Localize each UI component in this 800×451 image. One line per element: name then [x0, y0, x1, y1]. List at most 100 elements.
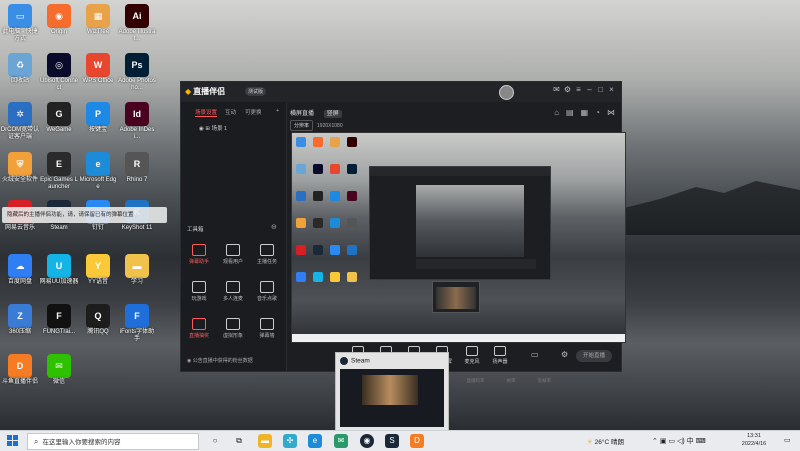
toolbox-item[interactable]: 观看用户 [218, 244, 248, 265]
desktop-shortcut[interactable]: G WeGame [39, 100, 79, 144]
add-scene-icon[interactable]: + [276, 108, 279, 114]
desktop-shortcut[interactable]: ✉ 微信 [39, 352, 79, 396]
desktop-shortcut[interactable]: Q 腾讯QQ [78, 302, 118, 346]
desktop-shortcut[interactable]: W WPS Office [78, 51, 118, 95]
toolbox-item[interactable]: 虚拟形象 [218, 318, 248, 339]
desktop-shortcut[interactable]: Y YY语音 [78, 252, 118, 296]
desktop-shortcut[interactable]: E Epic Games Launcher [39, 150, 79, 194]
desktop-shortcut[interactable]: R Rhino 7 [117, 150, 157, 194]
desktop-shortcut[interactable]: ⛨ 火绒安全软件 [0, 150, 40, 194]
desktop-shortcut[interactable]: ◉ Origin [39, 2, 79, 46]
steam-taskbar-icon[interactable]: S [385, 434, 399, 448]
layout-icon[interactable]: ▦ [581, 108, 589, 117]
share-icon[interactable]: ⋈ [607, 108, 615, 117]
toolbox-item[interactable]: 弹幕助手 [184, 244, 214, 265]
desktop-shortcut[interactable]: D 斗鱼直播伴侣 [0, 352, 40, 396]
task-view-icon[interactable]: ⧉ [232, 434, 246, 448]
stream-preview[interactable] [291, 132, 626, 343]
desktop-shortcut[interactable]: Z 360压缩 [0, 302, 40, 346]
volume-icon[interactable]: ◁) [677, 438, 685, 445]
source-button[interactable]: 麦克风 [458, 346, 486, 365]
desktop-shortcut[interactable]: P 按键宝 [78, 100, 118, 144]
app-titlebar[interactable]: ◆ 直播伴侣 测试版 ✉ ⚙ ≡ – □ × [181, 82, 621, 102]
tray-arrow-icon[interactable]: ⌃ [652, 438, 658, 445]
center-panel: 横屏直播 竖屏 分辨率1920X1080 ⌂▤▦◔⋈ 窗口录屏摄像头手机投屏游戏… [286, 102, 626, 383]
desktop-shortcut[interactable]: e Microsoft Edge [78, 150, 118, 194]
toolbox-item[interactable]: 多人连麦 [218, 281, 248, 302]
settings-gear-icon[interactable]: ⚙ [561, 350, 568, 359]
desktop-shortcut[interactable]: Id Adobe InDesi... [117, 100, 157, 144]
toolbox-item[interactable]: 直播抽奖 [184, 318, 214, 339]
file-explorer-icon[interactable]: ▬ [258, 434, 272, 448]
douyu-taskbar-icon[interactable]: D [410, 434, 424, 448]
desktop-shortcut[interactable]: ▭ 此电脑 - 快捷方式 [0, 2, 40, 46]
tray-icons[interactable]: ⌃ ▣ ▭ ◁) 中 ⌨ [652, 436, 706, 446]
start-button[interactable] [7, 435, 19, 447]
desktop-shortcut[interactable]: ♻ 回收站 [0, 51, 40, 95]
obs-taskbar-icon[interactable]: ◉ [360, 434, 374, 448]
settings-icon[interactable]: ⚙ [562, 85, 573, 94]
weather-widget[interactable]: ☀ 26°C 晴朗 [587, 436, 624, 446]
desktop-shortcut[interactable]: ✲ DrCOM宽带认证客户端 [0, 100, 40, 144]
toolbox-item[interactable]: 主播任务 [252, 244, 282, 265]
ime-indicator[interactable]: 中 [687, 438, 694, 445]
steam-hover-preview[interactable]: Steam [335, 352, 449, 432]
tab-portrait[interactable]: 竖屏 [323, 110, 342, 118]
desktop-shortcut-label: Adobe InDesi... [119, 127, 155, 140]
store-icon[interactable]: ▤ [566, 108, 574, 117]
tray-app-icon[interactable]: ▣ [660, 438, 667, 445]
preview-desktop-icon [313, 272, 323, 282]
start-live-button[interactable]: 开始直播 [576, 350, 612, 362]
maximize-icon[interactable]: □ [595, 85, 606, 94]
desktop-shortcut[interactable]: ◎ Ubisoft Connect [39, 51, 79, 95]
tab-interact[interactable]: 互动 [225, 108, 236, 116]
user-avatar[interactable] [499, 85, 514, 100]
edge-icon: e [86, 152, 110, 176]
bell-icon[interactable]: ◔ [595, 108, 600, 117]
preview-desktop-icon [330, 164, 340, 174]
toolbox-item[interactable]: 音乐点歌 [252, 281, 282, 302]
gift-icon[interactable]: ⌂ [554, 108, 559, 117]
network-icon[interactable]: ▭ [668, 438, 675, 445]
preview-desktop-icon [330, 218, 340, 228]
record-icon[interactable]: ▭ [531, 350, 539, 359]
taskbar-search-box[interactable]: ⌕ 在这里输入你要搜索的内容 [27, 433, 199, 450]
tab-scene[interactable]: 场景设置 [195, 108, 218, 117]
taskbar-clock[interactable]: 13:31 2022/4/16 [734, 432, 774, 448]
resolution-bar: 分辨率 1920X1080 [290, 120, 343, 131]
cortana-icon[interactable]: ○ [208, 434, 222, 448]
mail-icon[interactable]: ✉ [551, 85, 562, 94]
steam-preview-image[interactable] [340, 369, 444, 427]
wechat-taskbar-icon[interactable]: ✉ [334, 434, 348, 448]
notification-icon[interactable]: ▭ [784, 436, 791, 444]
desktop-shortcut[interactable]: Ai Adobe Illustrat... [117, 2, 157, 46]
desktop-shortcut[interactable]: ▦ WizTree [78, 2, 118, 46]
scene-item[interactable]: ◉ ⊞ 场景 1 [199, 124, 227, 132]
nested-titlebar [370, 167, 550, 176]
resolution-pill[interactable]: 分辨率 [290, 120, 314, 131]
source-button[interactable]: 扬声器 [486, 346, 514, 365]
desktop-shortcut-label: Steam [50, 225, 68, 231]
notification-toast[interactable]: 隐藏后的主播伴侣功能，请，请保留已有的弹幕位置 [2, 207, 167, 223]
tool-icon [226, 281, 240, 293]
desktop-shortcut[interactable]: F FUNGTrai... [39, 302, 79, 346]
desktop-shortcut[interactable]: FiFonts字体助手 [117, 302, 157, 346]
toolbox-item[interactable]: 弹幕墙 [252, 318, 282, 339]
edge-taskbar-icon[interactable]: e [308, 434, 322, 448]
desktop-shortcut[interactable]: ▬ 学习 [117, 252, 157, 296]
rhino-icon: R [125, 152, 149, 176]
minimize-icon[interactable]: – [584, 85, 595, 94]
toolbox-collapse-icon[interactable]: ⊖ [271, 223, 277, 231]
menu-icon[interactable]: ≡ [573, 85, 584, 94]
desktop-shortcut[interactable]: ☁ 百度网盘 [0, 252, 40, 296]
tab-replaceable[interactable]: 可更换 [245, 108, 262, 116]
desktop-shortcut[interactable]: U 网易UU加速器 [39, 252, 79, 296]
eye-icon[interactable]: ◉ ⊞ [199, 126, 211, 132]
keyboard-icon[interactable]: ⌨ [696, 438, 706, 445]
desktop-shortcut[interactable]: Ps Adobe Photosho... [117, 51, 157, 95]
tab-landscape[interactable]: 横屏直播 [290, 111, 314, 117]
close-icon[interactable]: × [606, 85, 617, 94]
toolbox-item[interactable]: 玩游戏 [184, 281, 214, 302]
dingtalk-taskbar-icon[interactable]: ✣ [283, 434, 297, 448]
preview-desktop-icon [296, 191, 306, 201]
